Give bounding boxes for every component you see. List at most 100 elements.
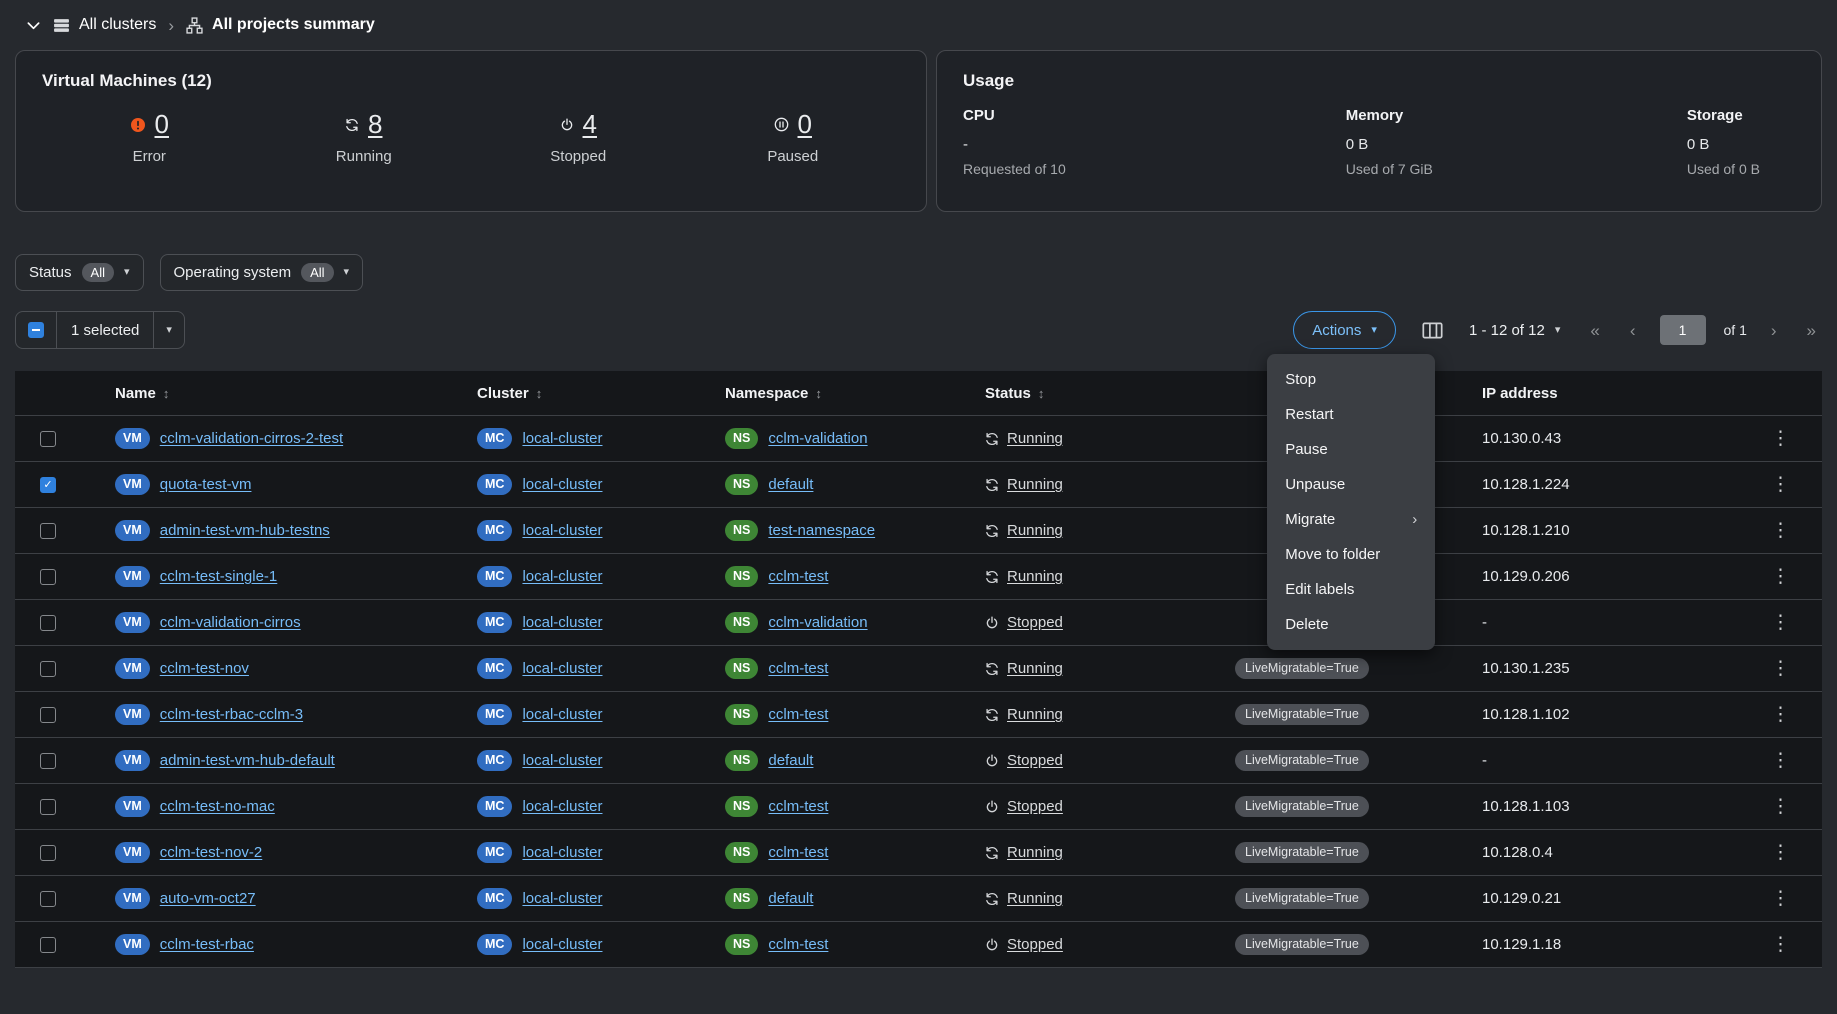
row-checkbox[interactable] [40, 707, 56, 723]
row-checkbox[interactable] [40, 937, 56, 953]
row-checkbox[interactable] [40, 615, 56, 631]
cluster-link[interactable]: local-cluster [522, 844, 602, 861]
cluster-link[interactable]: local-cluster [522, 752, 602, 769]
os-filter[interactable]: Operating system All ▾ [160, 254, 364, 291]
vm-status-link[interactable]: Stopped [985, 798, 1063, 815]
menu-item-edit-labels[interactable]: Edit labels [1267, 572, 1435, 607]
sort-icon[interactable]: ↕ [163, 386, 170, 401]
namespace-link[interactable]: cclm-test [768, 798, 828, 815]
namespace-link[interactable]: cclm-test [768, 844, 828, 861]
bulk-select-checkbox[interactable] [28, 322, 44, 338]
kebab-menu-button[interactable]: ⋮ [1763, 517, 1798, 544]
cluster-link[interactable]: local-cluster [522, 798, 602, 815]
row-checkbox[interactable] [40, 431, 56, 447]
tile-count-link[interactable]: 0 [155, 109, 169, 140]
vm-status-link[interactable]: Running [985, 844, 1063, 861]
namespace-link[interactable]: default [768, 890, 813, 907]
kebab-menu-button[interactable]: ⋮ [1763, 839, 1798, 866]
bulk-select-toggle[interactable]: ▾ [153, 312, 184, 348]
vm-name-link[interactable]: cclm-test-nov [160, 660, 249, 677]
cluster-link[interactable]: local-cluster [522, 660, 602, 677]
vm-name-link[interactable]: admin-test-vm-hub-testns [160, 522, 330, 539]
cluster-link[interactable]: local-cluster [522, 430, 602, 447]
namespace-link[interactable]: default [768, 476, 813, 493]
vm-name-link[interactable]: cclm-test-rbac-cclm-3 [160, 706, 303, 723]
cluster-link[interactable]: local-cluster [522, 522, 602, 539]
sort-icon[interactable]: ↕ [815, 386, 822, 401]
menu-item-restart[interactable]: Restart [1267, 397, 1435, 432]
vm-name-link[interactable]: auto-vm-oct27 [160, 890, 256, 907]
next-page-button[interactable]: › [1765, 321, 1783, 340]
tile-count-link[interactable]: 0 [798, 109, 812, 140]
vm-status-link[interactable]: Stopped [985, 614, 1063, 631]
row-checkbox[interactable] [40, 477, 56, 493]
cluster-link[interactable]: local-cluster [522, 706, 602, 723]
vm-status-link[interactable]: Stopped [985, 936, 1063, 953]
sort-icon[interactable]: ↕ [1038, 386, 1045, 401]
menu-item-unpause[interactable]: Unpause [1267, 467, 1435, 502]
kebab-menu-button[interactable]: ⋮ [1763, 701, 1798, 728]
menu-item-pause[interactable]: Pause [1267, 432, 1435, 467]
cluster-link[interactable]: local-cluster [522, 476, 602, 493]
cluster-link[interactable]: local-cluster [522, 614, 602, 631]
breadcrumb-all-projects[interactable]: All projects summary [186, 16, 375, 34]
previous-page-button[interactable]: ‹ [1624, 321, 1642, 340]
column-header-ip-address[interactable]: IP address [1482, 385, 1759, 402]
kebab-menu-button[interactable]: ⋮ [1763, 885, 1798, 912]
column-header-name[interactable]: Name ↕ [115, 385, 477, 402]
vm-status-link[interactable]: Running [985, 476, 1063, 493]
column-header-cluster[interactable]: Cluster ↕ [477, 385, 725, 402]
last-page-button[interactable]: » [1801, 321, 1822, 340]
vm-name-link[interactable]: admin-test-vm-hub-default [160, 752, 335, 769]
vm-status-link[interactable]: Stopped [985, 752, 1063, 769]
vm-name-link[interactable]: cclm-validation-cirros-2-test [160, 430, 343, 447]
menu-item-stop[interactable]: Stop [1267, 362, 1435, 397]
kebab-menu-button[interactable]: ⋮ [1763, 747, 1798, 774]
cluster-link[interactable]: local-cluster [522, 890, 602, 907]
vm-name-link[interactable]: cclm-test-no-mac [160, 798, 275, 815]
vm-status-link[interactable]: Running [985, 430, 1063, 447]
namespace-link[interactable]: default [768, 752, 813, 769]
kebab-menu-button[interactable]: ⋮ [1763, 609, 1798, 636]
namespace-link[interactable]: cclm-validation [768, 430, 867, 447]
row-checkbox[interactable] [40, 845, 56, 861]
cluster-link[interactable]: local-cluster [522, 936, 602, 953]
cluster-link[interactable]: local-cluster [522, 568, 602, 585]
vm-name-link[interactable]: cclm-test-single-1 [160, 568, 278, 585]
manage-columns-button[interactable] [1420, 318, 1445, 343]
namespace-link[interactable]: cclm-test [768, 706, 828, 723]
current-page-input[interactable] [1660, 315, 1706, 345]
row-checkbox[interactable] [40, 753, 56, 769]
kebab-menu-button[interactable]: ⋮ [1763, 793, 1798, 820]
actions-button[interactable]: Actions ▾ [1293, 311, 1396, 349]
row-checkbox[interactable] [40, 891, 56, 907]
column-header-namespace[interactable]: Namespace ↕ [725, 385, 985, 402]
vm-name-link[interactable]: cclm-test-rbac [160, 936, 254, 953]
menu-item-migrate[interactable]: Migrate › [1267, 502, 1435, 537]
namespace-link[interactable]: cclm-test [768, 568, 828, 585]
first-page-button[interactable]: « [1584, 321, 1605, 340]
vm-status-link[interactable]: Running [985, 706, 1063, 723]
chevron-down-icon[interactable] [26, 18, 41, 33]
status-filter[interactable]: Status All ▾ [15, 254, 144, 291]
row-checkbox[interactable] [40, 661, 56, 677]
tile-count-link[interactable]: 8 [368, 109, 382, 140]
tile-count-link[interactable]: 4 [583, 109, 597, 140]
kebab-menu-button[interactable]: ⋮ [1763, 655, 1798, 682]
kebab-menu-button[interactable]: ⋮ [1763, 931, 1798, 958]
breadcrumb-all-clusters[interactable]: All clusters [53, 16, 156, 34]
vm-status-link[interactable]: Running [985, 660, 1063, 677]
menu-item-move-to-folder[interactable]: Move to folder [1267, 537, 1435, 572]
kebab-menu-button[interactable]: ⋮ [1763, 563, 1798, 590]
namespace-link[interactable]: cclm-validation [768, 614, 867, 631]
vm-status-link[interactable]: Running [985, 522, 1063, 539]
vm-name-link[interactable]: cclm-test-nov-2 [160, 844, 263, 861]
kebab-menu-button[interactable]: ⋮ [1763, 471, 1798, 498]
namespace-link[interactable]: cclm-test [768, 660, 828, 677]
sort-icon[interactable]: ↕ [536, 386, 543, 401]
kebab-menu-button[interactable]: ⋮ [1763, 425, 1798, 452]
row-checkbox[interactable] [40, 569, 56, 585]
vm-status-link[interactable]: Running [985, 890, 1063, 907]
pagination-options-menu[interactable]: 1 - 12 of 12 ▾ [1469, 322, 1560, 339]
vm-name-link[interactable]: quota-test-vm [160, 476, 252, 493]
